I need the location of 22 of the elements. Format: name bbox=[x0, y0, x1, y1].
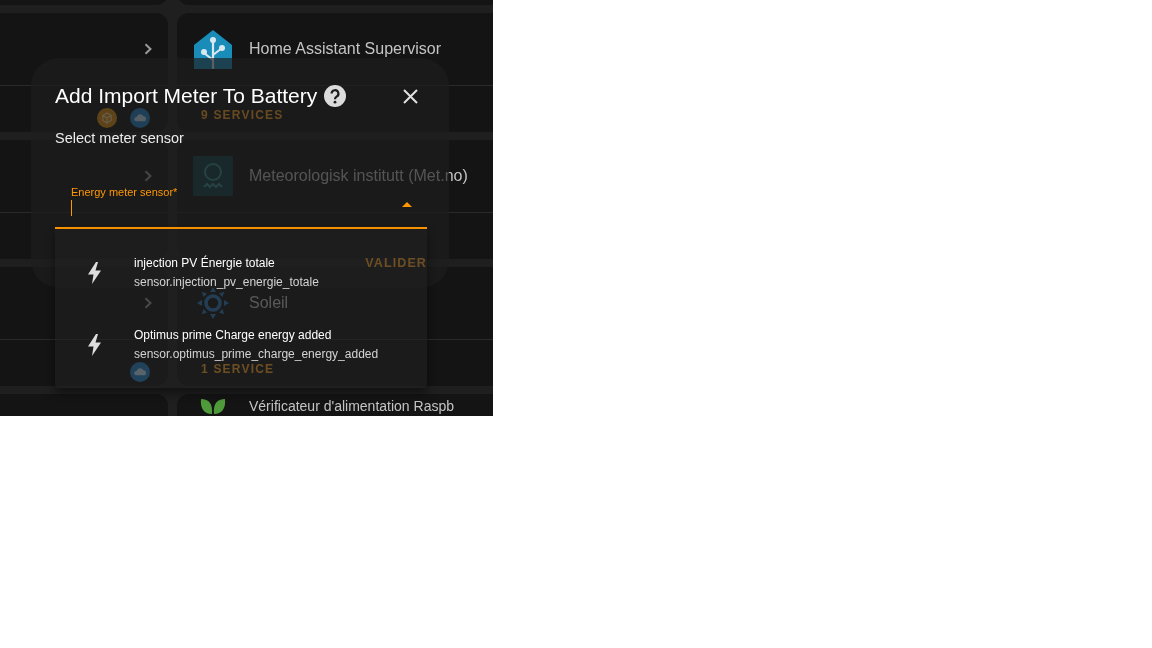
lightning-icon bbox=[88, 262, 101, 284]
chevron-right-icon[interactable] bbox=[144, 43, 152, 55]
dropdown-arrow-icon[interactable] bbox=[402, 202, 412, 207]
leaf-icon bbox=[200, 398, 226, 414]
weather-logo-icon bbox=[193, 156, 233, 196]
dropdown-option[interactable]: Optimus prime Charge energy added sensor.optimus_prime_charge_energy_added bbox=[88, 329, 379, 361]
puzzle-badge-icon bbox=[97, 108, 117, 128]
cloud-badge-icon bbox=[130, 362, 150, 382]
field-label: Energy meter sensor* bbox=[71, 186, 179, 199]
help-icon[interactable] bbox=[324, 85, 347, 107]
integration-title: Soleil bbox=[249, 293, 289, 313]
sun-icon bbox=[197, 287, 229, 319]
text-cursor-icon bbox=[71, 200, 72, 216]
close-icon bbox=[402, 88, 418, 104]
dropdown-option[interactable]: injection PV Énergie totale sensor.injection_pv_energie_totale bbox=[88, 257, 319, 289]
integration-title: Vérificateur d'alimentation Raspb bbox=[249, 398, 454, 414]
dialog-title: Add Import Meter To Battery bbox=[55, 86, 318, 106]
integration-title: Home Assistant Supervisor bbox=[249, 39, 442, 59]
field-heading: Select meter sensor bbox=[55, 129, 185, 148]
lightning-icon bbox=[88, 334, 101, 356]
cloud-badge-icon bbox=[130, 108, 150, 128]
house-logo-icon bbox=[193, 29, 233, 69]
